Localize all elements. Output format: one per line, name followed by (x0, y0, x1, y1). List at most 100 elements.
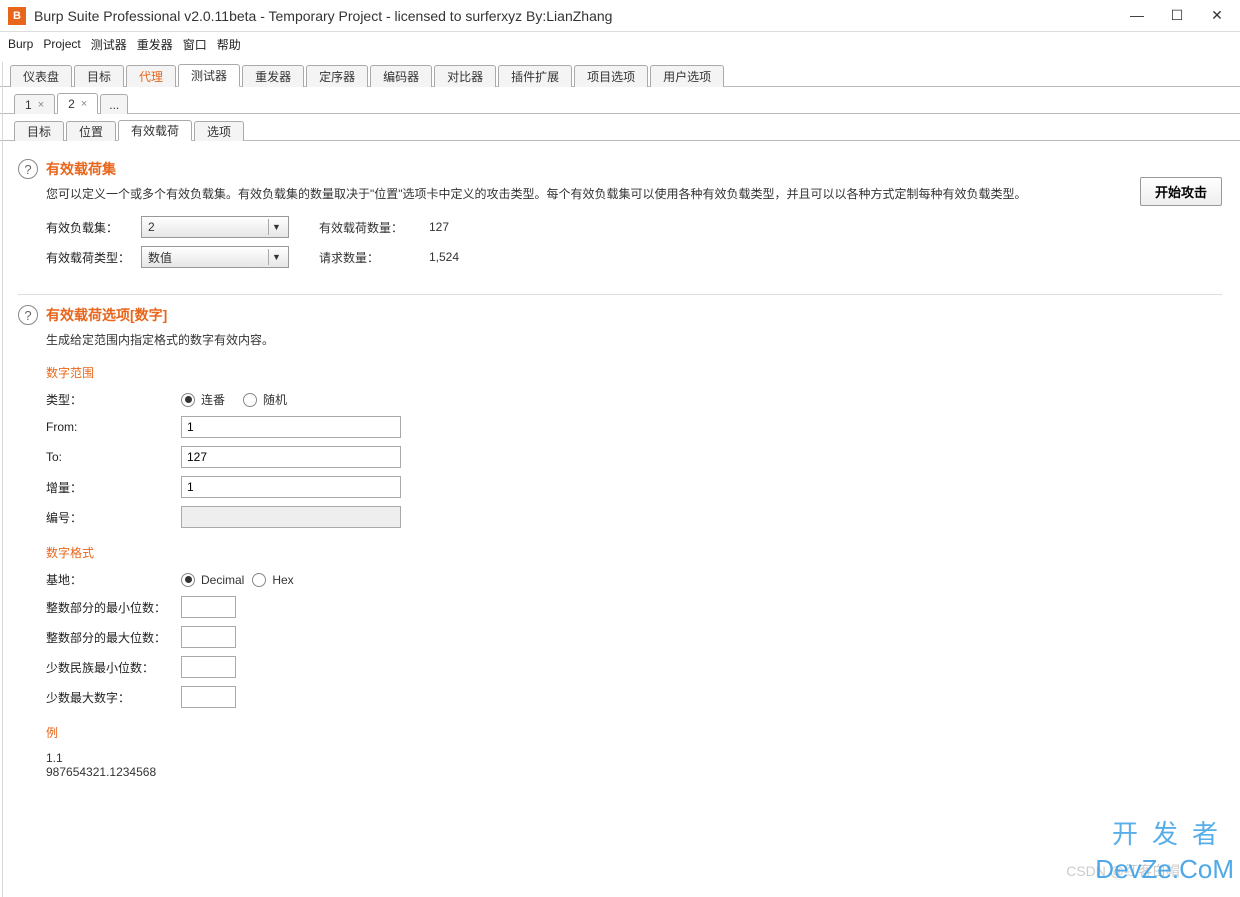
chevron-down-icon: ▼ (268, 249, 284, 265)
left-rail (0, 62, 3, 897)
to-input[interactable] (181, 446, 401, 468)
watermark-line1: 开发者 (1112, 814, 1232, 851)
attack-tab-more[interactable]: ... (100, 94, 128, 114)
payload-sets-desc: 您可以定义一个或多个有效负载集。有效负载集的数量取决于"位置"选项卡中定义的攻击… (46, 185, 1222, 202)
to-label: To: (46, 450, 181, 464)
radio-sequential-label: 连番 (201, 391, 225, 408)
max-int-input[interactable] (181, 626, 236, 648)
help-icon[interactable]: ? (18, 159, 38, 179)
titlebar: B Burp Suite Professional v2.0.11beta - … (0, 0, 1240, 32)
content-area: 开始攻击 ? 有效载荷集 您可以定义一个或多个有效负载集。有效负载集的数量取决于… (0, 141, 1240, 789)
window-title: Burp Suite Professional v2.0.11beta - Te… (34, 8, 1128, 24)
divider (18, 294, 1222, 295)
tab-user-options[interactable]: 用户选项 (650, 65, 724, 87)
radio-random-label: 随机 (263, 391, 287, 408)
tab-comparer[interactable]: 对比器 (434, 65, 496, 87)
example-1: 1.1 (46, 751, 1222, 765)
payload-set-value: 2 (148, 220, 155, 234)
close-icon[interactable]: ✕ (1208, 7, 1226, 24)
subtab-payloads[interactable]: 有效载荷 (118, 120, 192, 141)
payload-options-desc: 生成给定范围内指定格式的数字有效内容。 (46, 331, 1222, 348)
subtab-options[interactable]: 选项 (194, 121, 244, 141)
tab-proxy[interactable]: 代理 (126, 65, 176, 87)
payload-type-value: 数值 (148, 249, 172, 266)
payload-options-section: ? 有效载荷选项[数字] 生成给定范围内指定格式的数字有效内容。 数字范围 类型… (18, 305, 1222, 779)
radio-icon (252, 573, 266, 587)
payload-count-value: 127 (429, 220, 449, 234)
sub-tabs: 目标 位置 有效载荷 选项 (0, 114, 1240, 140)
payload-count-label: 有效载荷数量： (319, 219, 419, 236)
menubar: Burp Project 测试器 重发器 窗口 帮助 (0, 32, 1240, 56)
max-frac-label: 少数最大数字： (46, 689, 181, 706)
from-label: From: (46, 420, 181, 434)
radio-icon (243, 393, 257, 407)
menu-window[interactable]: 窗口 (183, 36, 207, 53)
request-count-label: 请求数量： (319, 249, 419, 266)
example-2: 987654321.1234568 (46, 765, 1222, 779)
radio-decimal[interactable]: Decimal (181, 573, 244, 587)
subtab-target[interactable]: 目标 (14, 121, 64, 141)
help-icon[interactable]: ? (18, 305, 38, 325)
start-attack-button[interactable]: 开始攻击 (1140, 177, 1222, 206)
watermark-line2: DevZe.CoM (1095, 854, 1234, 885)
payload-type-label: 有效载荷类型： (46, 249, 141, 266)
min-int-input[interactable] (181, 596, 236, 618)
example-heading: 例 (46, 724, 1222, 741)
payload-set-select[interactable]: 2 ▼ (141, 216, 289, 238)
subtab-positions[interactable]: 位置 (66, 121, 116, 141)
menu-help[interactable]: 帮助 (217, 36, 241, 53)
payload-sets-title: 有效载荷集 (46, 159, 1222, 179)
tab-decoder[interactable]: 编码器 (370, 65, 432, 87)
tab-target[interactable]: 目标 (74, 65, 124, 87)
payload-options-title: 有效载荷选项[数字] (46, 305, 1222, 325)
request-count-value: 1,524 (429, 250, 459, 264)
tab-dashboard[interactable]: 仪表盘 (10, 65, 72, 87)
step-input[interactable] (181, 476, 401, 498)
radio-sequential[interactable]: 连番 (181, 391, 225, 408)
app-icon: B (8, 7, 26, 25)
radio-random[interactable]: 随机 (243, 391, 287, 408)
howmany-input (181, 506, 401, 528)
tab-repeater[interactable]: 重发器 (242, 65, 304, 87)
howmany-label: 编号： (46, 509, 181, 526)
payload-type-select[interactable]: 数值 ▼ (141, 246, 289, 268)
payload-set-label: 有效负载集： (46, 219, 141, 236)
radio-hex-label: Hex (272, 573, 293, 587)
from-input[interactable] (181, 416, 401, 438)
tab-intruder[interactable]: 测试器 (178, 64, 240, 87)
type-label: 类型： (46, 391, 181, 408)
close-icon[interactable]: × (81, 98, 87, 110)
radio-icon (181, 393, 195, 407)
attack-tabs: 1 × 2 × ... (0, 87, 1240, 113)
radio-icon (181, 573, 195, 587)
min-int-label: 整数部分的最小位数： (46, 599, 181, 616)
close-icon[interactable]: × (38, 99, 44, 111)
max-frac-input[interactable] (181, 686, 236, 708)
max-int-label: 整数部分的最大位数： (46, 629, 181, 646)
menu-repeater[interactable]: 重发器 (137, 36, 173, 53)
main-tabs: 仪表盘 目标 代理 测试器 重发器 定序器 编码器 对比器 插件扩展 项目选项 … (0, 58, 1240, 86)
number-format-heading: 数字格式 (46, 544, 1222, 561)
menu-intruder[interactable]: 测试器 (91, 36, 127, 53)
attack-tab-1-label: 1 (25, 98, 32, 112)
window-controls: — ☐ ✕ (1128, 7, 1226, 24)
attack-tab-2[interactable]: 2 × (57, 93, 98, 114)
attack-tab-1[interactable]: 1 × (14, 94, 55, 114)
menu-burp[interactable]: Burp (8, 37, 33, 51)
radio-decimal-label: Decimal (201, 573, 244, 587)
maximize-icon[interactable]: ☐ (1168, 7, 1186, 24)
radio-hex[interactable]: Hex (252, 573, 293, 587)
tab-project-options[interactable]: 项目选项 (574, 65, 648, 87)
menu-project[interactable]: Project (43, 37, 80, 51)
payload-sets-section: ? 有效载荷集 您可以定义一个或多个有效负载集。有效负载集的数量取决于"位置"选… (18, 159, 1222, 276)
chevron-down-icon: ▼ (268, 219, 284, 235)
minimize-icon[interactable]: — (1128, 7, 1146, 24)
number-range-heading: 数字范围 (46, 364, 1222, 381)
min-frac-label: 少数民族最小位数： (46, 659, 181, 676)
tab-extender[interactable]: 插件扩展 (498, 65, 572, 87)
example-block: 1.1 987654321.1234568 (46, 751, 1222, 779)
min-frac-input[interactable] (181, 656, 236, 678)
attack-tab-2-label: 2 (68, 97, 75, 111)
step-label: 增量： (46, 479, 181, 496)
tab-sequencer[interactable]: 定序器 (306, 65, 368, 87)
